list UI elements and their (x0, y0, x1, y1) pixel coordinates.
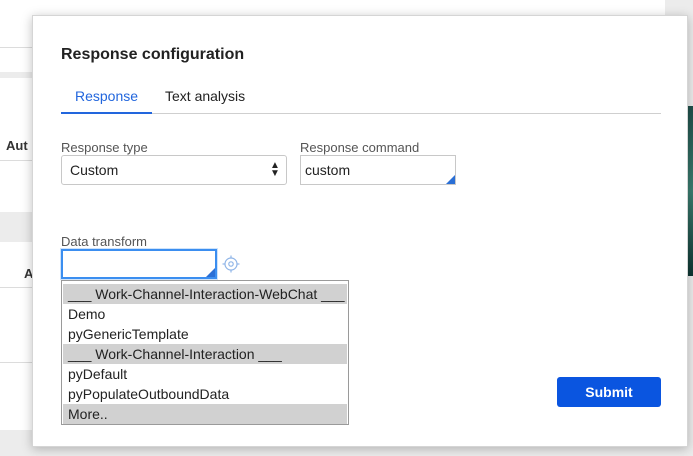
response-command-value: custom (305, 162, 351, 178)
background-column-header: Aut (6, 138, 28, 153)
response-command-input[interactable]: custom (300, 155, 456, 185)
response-configuration-dialog: Response configuration Response Text ana… (32, 15, 688, 447)
dropdown-option[interactable]: pyPopulateOutboundData (63, 384, 347, 404)
tab-response[interactable]: Response (61, 88, 153, 114)
dropdown-more-option[interactable]: More.. (63, 404, 347, 424)
dropdown-option[interactable]: pyDefault (63, 364, 347, 384)
response-type-select[interactable]: Custom ▲ ▼ (61, 155, 287, 185)
crosshair-icon[interactable] (222, 255, 240, 273)
dropdown-group-header: ___ Work-Channel-Interaction-WebChat ___ (63, 284, 347, 304)
response-type-value: Custom (70, 162, 119, 178)
data-transform-input[interactable] (61, 249, 217, 279)
dropdown-option[interactable]: Demo (63, 304, 347, 324)
tab-text-analysis[interactable]: Text analysis (165, 88, 245, 114)
response-command-label: Response command (300, 140, 420, 155)
data-transform-label: Data transform (61, 234, 147, 249)
autocomplete-corner-icon (206, 268, 215, 277)
tab-bar: Response Text analysis (61, 88, 661, 114)
select-arrows-icon: ▲ ▼ (270, 160, 280, 179)
dialog-title: Response configuration (61, 46, 245, 63)
submit-button[interactable]: Submit (557, 377, 661, 407)
data-transform-dropdown: ___ Work-Channel-Interaction-WebChat ___… (61, 280, 349, 425)
autocomplete-corner-icon (446, 175, 455, 184)
dropdown-group-header: ___ Work-Channel-Interaction ___ (63, 344, 347, 364)
dropdown-option[interactable]: pyGenericTemplate (63, 324, 347, 344)
response-type-label: Response type (61, 140, 148, 155)
